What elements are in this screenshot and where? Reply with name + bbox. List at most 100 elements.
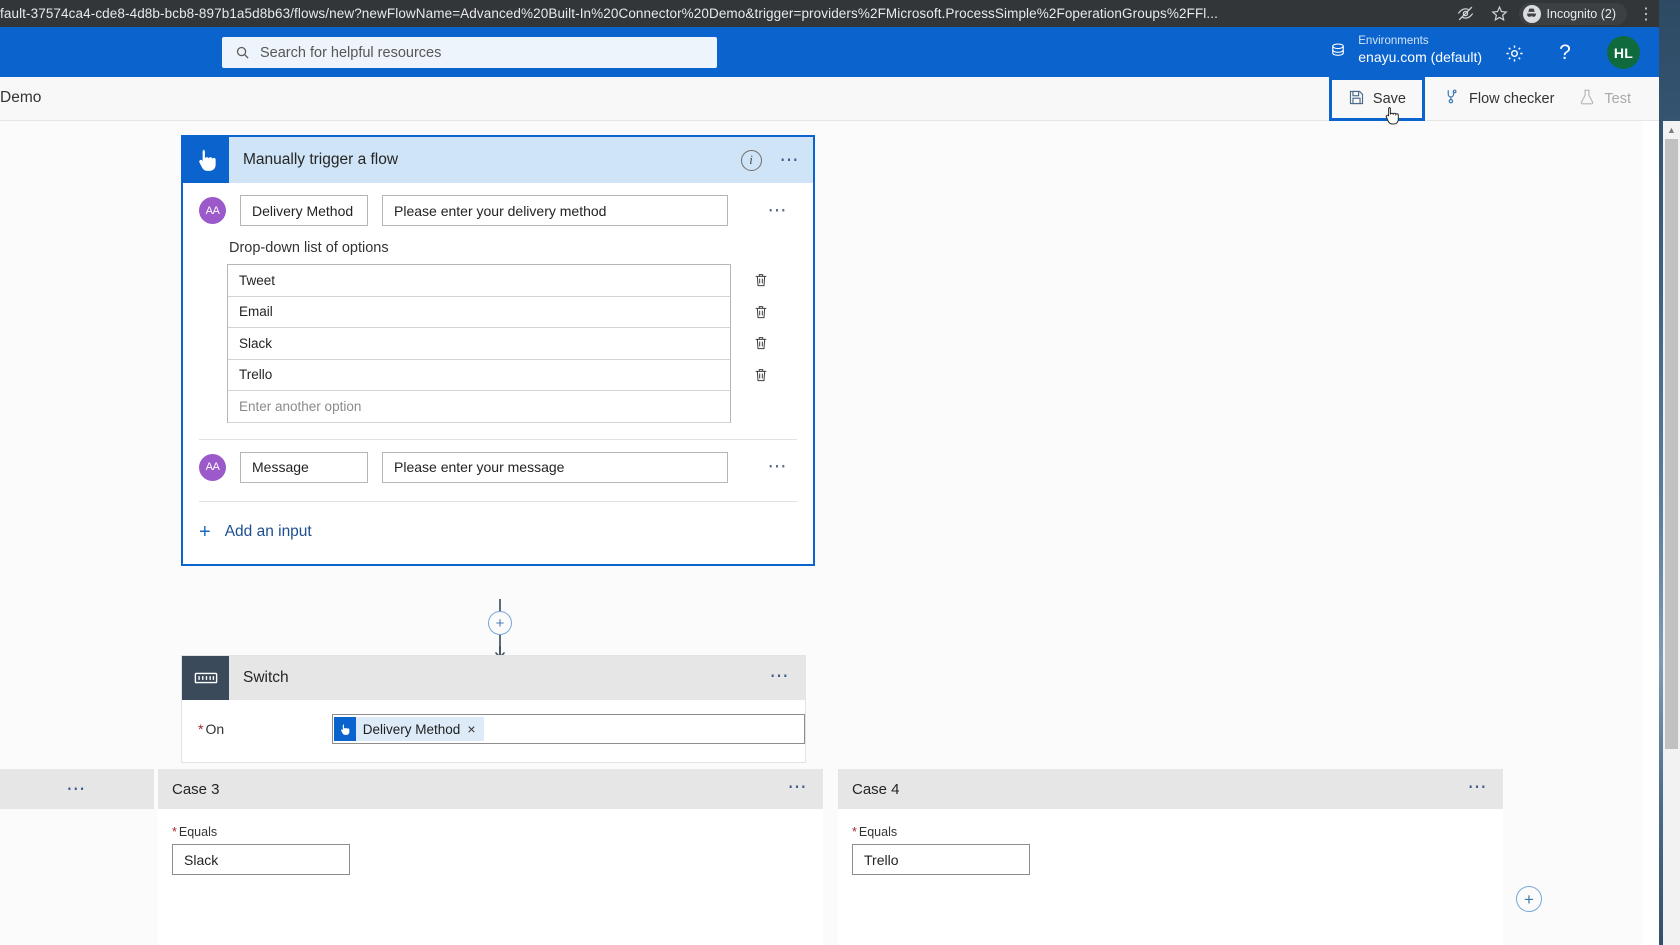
add-case-button[interactable]: + <box>1516 886 1542 912</box>
input-description-field[interactable]: Please enter your message <box>382 451 728 483</box>
switch-cases-strip: ⋯ Case 3 ⋯ * Equals Slack Case 4 ⋯ * Equ… <box>0 769 1643 945</box>
equals-input[interactable]: Slack <box>172 844 350 875</box>
input-name-field[interactable]: Delivery Method <box>240 195 368 226</box>
required-asterisk: * <box>852 825 857 839</box>
trigger-input-row: AA Delivery Method Please enter your del… <box>183 183 813 238</box>
scrollbar-thumb[interactable] <box>1665 139 1678 749</box>
dropdown-list-label: Drop-down list of options <box>229 240 389 256</box>
switch-card[interactable]: Switch ⋯ * On Delivery Method × <box>181 655 806 763</box>
switch-on-label: * On <box>182 721 332 737</box>
switch-title: Switch <box>243 669 289 686</box>
dropdown-option-list: Tweet Email Slack Trello Enter another o… <box>227 264 767 423</box>
equals-label-text: Equals <box>858 825 898 839</box>
trigger-more-menu-icon[interactable]: ⋯ <box>780 151 802 170</box>
trigger-card[interactable]: Manually trigger a flow i ⋯ AA Delivery … <box>181 135 815 566</box>
equals-label: * Equals <box>172 825 823 839</box>
environments-label: Environments <box>1358 35 1429 47</box>
incognito-label: Incognito (2) <box>1546 6 1616 21</box>
vertical-scrollbar[interactable]: ▲ <box>1663 121 1680 945</box>
save-label: Save <box>1372 91 1406 107</box>
flow-checker-icon <box>1443 88 1461 110</box>
command-bar: Demo Save Flow checker Test <box>0 77 1659 125</box>
new-option-input[interactable]: Enter another option <box>228 391 730 423</box>
text-input-type-icon: AA <box>199 453 226 481</box>
delete-option-icon[interactable] <box>751 332 771 354</box>
dynamic-content-token[interactable]: Delivery Method × <box>333 717 484 741</box>
test-label: Test <box>1604 91 1631 107</box>
app-root: fault-37574ca4-cde8-4d8b-bcb8-897b1a5d8b… <box>0 0 1680 945</box>
dropdown-option-item[interactable]: Email <box>228 296 767 328</box>
dropdown-option-item[interactable]: Slack <box>228 328 767 360</box>
flow-canvas: Manually trigger a flow i ⋯ AA Delivery … <box>0 121 1643 945</box>
add-an-input-button[interactable]: + Add an input <box>183 502 813 564</box>
delete-option-icon[interactable] <box>751 269 771 291</box>
trigger-title: Manually trigger a flow <box>243 151 399 168</box>
kebab-menu-icon[interactable]: ⋮ <box>1633 0 1659 27</box>
case-title: Case 4 <box>852 780 900 798</box>
switch-more-menu-icon[interactable]: ⋯ <box>770 667 792 686</box>
plus-icon: + <box>199 520 211 543</box>
case-title: Case 3 <box>172 780 220 798</box>
input-more-menu-icon[interactable]: ⋯ <box>768 201 790 220</box>
insert-step-button[interactable]: + <box>488 611 512 635</box>
gear-icon[interactable] <box>1501 40 1527 66</box>
case-card[interactable]: Case 3 ⋯ * Equals Slack <box>158 769 823 945</box>
delete-option-icon[interactable] <box>751 301 771 323</box>
address-bar-url[interactable]: fault-37574ca4-cde8-4d8b-bcb8-897b1a5d8b… <box>0 0 1441 27</box>
manual-trigger-icon <box>333 717 356 741</box>
search-input[interactable]: Search for helpful resources <box>222 37 717 68</box>
add-input-label: Add an input <box>224 522 312 540</box>
case-more-menu-icon[interactable]: ⋯ <box>788 778 810 797</box>
trigger-card-body: AA Delivery Method Please enter your del… <box>183 183 813 564</box>
environment-selector[interactable]: Environments enayu.com (default) <box>1328 35 1482 66</box>
scroll-up-arrow-icon[interactable]: ▲ <box>1663 123 1680 137</box>
input-description-field[interactable]: Please enter your delivery method <box>382 195 728 226</box>
star-icon[interactable] <box>1483 0 1517 27</box>
input-more-menu-icon[interactable]: ⋯ <box>768 458 790 477</box>
trigger-card-header[interactable]: Manually trigger a flow i ⋯ <box>183 137 813 183</box>
info-icon[interactable]: i <box>740 149 762 171</box>
flow-checker-label: Flow checker <box>1468 91 1555 107</box>
text-input-type-icon: AA <box>199 197 226 224</box>
browser-chrome: fault-37574ca4-cde8-4d8b-bcb8-897b1a5d8b… <box>0 0 1659 27</box>
flask-icon <box>1578 88 1596 110</box>
save-button[interactable]: Save <box>1336 82 1418 116</box>
case-partial-left[interactable]: ⋯ <box>0 769 154 809</box>
search-icon <box>234 45 250 61</box>
case-card-body: * Equals Slack <box>158 809 823 945</box>
flow-checker-button[interactable]: Flow checker <box>1431 82 1566 116</box>
case-more-menu-icon[interactable]: ⋯ <box>1468 778 1490 797</box>
switch-card-header[interactable]: Switch ⋯ <box>182 656 805 700</box>
remove-token-icon[interactable]: × <box>467 722 475 736</box>
case-card-header[interactable]: Case 3 ⋯ <box>158 769 823 809</box>
flow-connector: + <box>488 599 512 659</box>
incognito-badge[interactable]: Incognito (2) <box>1518 2 1627 25</box>
incognito-icon <box>1522 4 1541 23</box>
case-more-menu-icon[interactable]: ⋯ <box>66 780 88 799</box>
save-icon <box>1348 89 1365 110</box>
dropdown-option-item[interactable]: Trello <box>228 359 767 391</box>
avatar[interactable]: HL <box>1607 36 1640 69</box>
manual-trigger-icon <box>183 137 229 183</box>
required-asterisk: * <box>172 825 177 839</box>
equals-input[interactable]: Trello <box>852 844 1030 875</box>
option-text: Email <box>239 304 273 320</box>
trigger-input-row: AA Message Please enter your message ⋯ <box>183 440 813 495</box>
dropdown-options-section: Drop-down list of options Tweet Email Sl… <box>183 238 813 433</box>
option-text: Trello <box>239 367 273 383</box>
required-asterisk: * <box>198 721 204 737</box>
dropdown-option-item[interactable]: Tweet <box>228 265 767 297</box>
switch-on-input[interactable]: Delivery Method × <box>331 714 805 744</box>
eye-slash-icon[interactable] <box>1449 0 1483 27</box>
case-card[interactable]: Case 4 ⋯ * Equals Trello <box>838 769 1503 945</box>
question-mark-icon[interactable]: ? <box>1552 40 1578 66</box>
flow-name-title[interactable]: Demo <box>0 89 41 107</box>
save-button-focus-ring: Save <box>1328 77 1425 125</box>
equals-label: * Equals <box>852 825 1503 839</box>
equals-label-text: Equals <box>178 825 218 839</box>
option-text: Tweet <box>239 272 276 288</box>
delete-option-icon[interactable] <box>751 364 771 386</box>
input-name-field[interactable]: Message <box>240 451 368 483</box>
case-card-header[interactable]: Case 4 ⋯ <box>838 769 1503 809</box>
test-button[interactable]: Test <box>1566 82 1643 116</box>
